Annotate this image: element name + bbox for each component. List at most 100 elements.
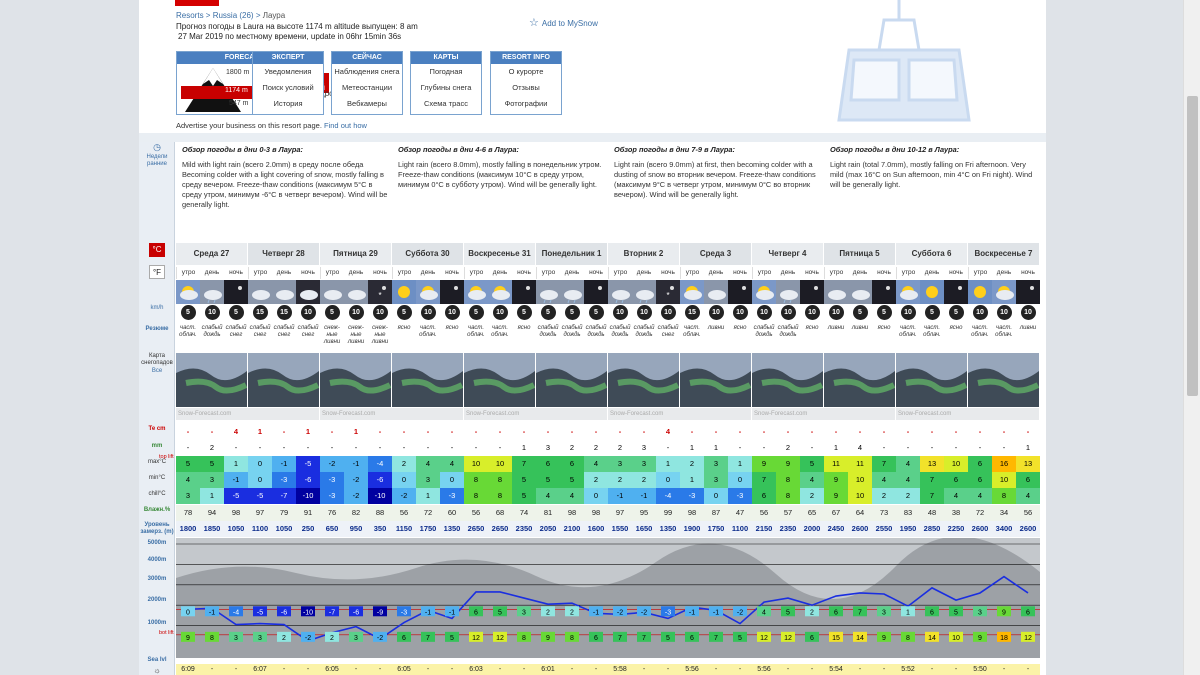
nav-box-3[interactable]: КАРТЫ Погодная Глубины снега Схема трасс [410,51,482,115]
rain-cell: 2 [584,440,608,456]
svg-text:*: * [378,291,381,300]
snow-map-thumbnail[interactable] [680,353,751,407]
snow-map-thumbnail[interactable] [824,353,895,407]
scrollbar[interactable] [1183,0,1200,675]
wind-arrow-icon: 5 [324,305,340,320]
nav-link[interactable]: Уведомления [253,64,323,80]
top-lift-temp: -2 [617,609,623,616]
breadcrumb-resorts[interactable]: Resorts [176,11,204,20]
celsius-button[interactable]: °C [149,243,165,257]
day-header: Вторник 2 [608,243,680,265]
snow-map-thumbnail[interactable] [968,353,1039,407]
top-elevation[interactable]: 1800 m [226,69,249,76]
summary-label: Резюме [145,326,169,332]
snow-map-thumbnail[interactable] [392,353,463,407]
nav-link[interactable]: О курорте [491,64,561,80]
nav-box-title: ЭКСПЕРТ [253,52,323,64]
current-elevation[interactable]: 1174 m [222,86,251,95]
top-lift-temp: 3 [882,609,886,616]
wind-arrow-icon: 10 [996,305,1012,320]
snow-cell: - [752,424,776,440]
bottom-elevation[interactable]: 547 m [229,100,248,107]
snow-map-thumbnail[interactable] [536,353,607,407]
min-temp-cell: -6 [368,472,392,488]
snow-map-thumbnail[interactable] [608,353,679,407]
nav-box-1[interactable]: ЭКСПЕРТ Уведомления Поиск условий История [252,51,324,115]
max-temp-cell: 1 [224,456,248,472]
time-of-day: ночь [805,269,819,276]
bot-lift-temp: 15 [832,635,840,642]
rain-cell: - [992,440,1016,456]
snowforecast-bar: Snow-Forecast.com [320,408,463,420]
page: Resorts > Russia (26) > Лаура Прогноз по… [139,0,1046,675]
sunrise-cell: 6:05 [397,666,411,673]
nav-link[interactable]: Поиск условий [253,80,323,96]
sunrise-cell: 5:56 [685,666,699,673]
freezing-level-cell: 1550 [608,521,632,537]
chill-temp-cell: -4 [656,488,680,504]
snow-map-thumbnail[interactable] [248,353,319,407]
snow-map-thumbnail[interactable] [896,353,967,407]
humidity-cell: 91 [296,505,320,521]
add-to-mysnow-button[interactable]: ☆ Add to MySnow [529,16,598,29]
snow-cell: - [944,424,968,440]
nav-box-4[interactable]: RESORT INFO О курорте Отзывы Фотографии [490,51,562,115]
nav-box-2[interactable]: СЕЙЧАС Наблюдения снега Метеостанции Вебкам… [331,51,403,115]
day-header: Среда 3 [680,243,752,265]
snow-cell: - [464,424,488,440]
rain-cell: - [896,440,920,456]
nav-link[interactable]: Вебкамеры [332,96,402,112]
weather-icon [560,280,584,304]
summary-block: Обзор погоды в дни 4-6 в Лаура: Light rai… [398,145,606,190]
freezing-level-cell: 1850 [200,521,224,537]
weather-icon [848,280,872,304]
sunrise-cell: - [786,666,790,673]
weather-glyph [926,286,938,298]
snow-map-thumbnail[interactable] [752,353,823,407]
day-header: Четверг 28 [248,243,320,265]
day-header: Воскресенье 31 [464,243,536,265]
weather-icon [320,280,344,304]
max-temp-cell: 4 [416,456,440,472]
nav-link[interactable]: Глубины снега [411,80,481,96]
nav-link[interactable]: Метеостанции [332,80,402,96]
humidity-cell: 83 [896,505,920,521]
max-temp-cell: 13 [920,456,944,472]
wind-arrow-icon: 10 [828,305,844,320]
nav-link[interactable]: Фотографии [491,96,561,112]
nav-link[interactable]: История [253,96,323,112]
freezing-level-cell: 1750 [704,521,728,537]
logo-tab[interactable] [175,0,219,6]
clock-icon[interactable]: ◷ [139,143,175,152]
freezing-level-cell: 1900 [680,521,704,537]
alt-4000-label: 4000m [147,557,167,563]
min-temp-cell: 0 [656,472,680,488]
day-header: Суббота 6 [896,243,968,265]
min-temp-cell: 0 [440,472,464,488]
snowmap-all-link[interactable]: Все [139,368,175,375]
alt-2000-label: 2000m [147,597,167,603]
scrollbar-thumb[interactable] [1187,96,1198,396]
advert-link[interactable]: Find out how [324,121,367,130]
bot-lift-temp: 7 [642,635,646,642]
snow-map-thumbnail[interactable] [176,353,247,407]
rain-cell: 4 [848,440,872,456]
breadcrumb-russia[interactable]: Russia (26) [213,11,254,20]
nav-box-title: КАРТЫ [411,52,481,64]
sunrise-cell: - [426,666,430,673]
nav-link[interactable]: Наблюдения снега [332,64,402,80]
snow-map-thumbnail[interactable] [320,353,391,407]
humidity-cell: 38 [944,505,968,521]
top-lift-temp: 4 [762,609,766,616]
breadcrumb[interactable]: Resorts > Russia (26) > Лаура [176,11,285,20]
min-temp-cell: 7 [752,472,776,488]
fahrenheit-button[interactable]: °F [149,265,165,279]
rain-cell: - [968,440,992,456]
snow-map-thumbnail[interactable] [464,353,535,407]
humidity-cell: 97 [608,505,632,521]
nav-link[interactable]: Погодная [411,64,481,80]
top-lift-temp: -1 [713,609,719,616]
nav-link[interactable]: Схема трасс [411,96,481,112]
nav-link[interactable]: Отзывы [491,80,561,96]
weekly-early-link[interactable]: Недели ранние [139,154,175,168]
